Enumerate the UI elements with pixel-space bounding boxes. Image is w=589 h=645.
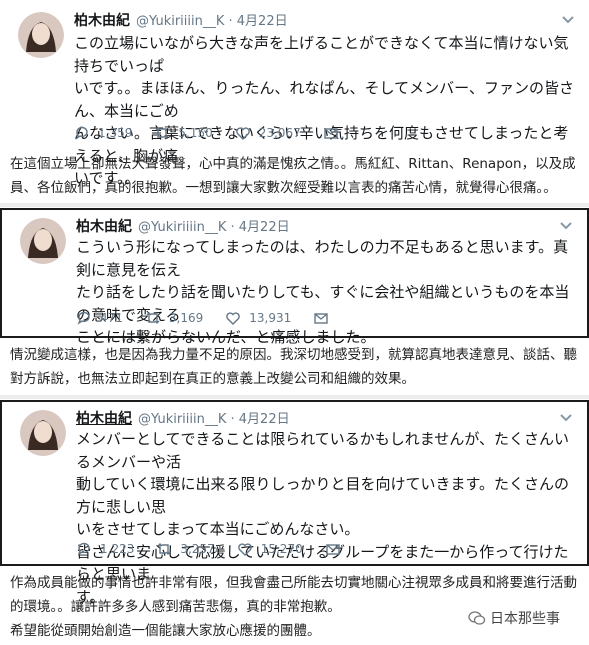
chevron-down-icon[interactable] bbox=[559, 410, 573, 424]
reply-icon bbox=[77, 542, 90, 556]
reply-count: 1,223 bbox=[100, 542, 135, 556]
display-name[interactable]: 柏木由紀 bbox=[76, 219, 132, 235]
divider bbox=[0, 203, 589, 207]
tweet-actions: 1,359 5,150 23,067 bbox=[74, 125, 369, 141]
retweet-icon bbox=[146, 312, 160, 324]
message-button[interactable] bbox=[323, 125, 347, 141]
retweet-count: 5,150 bbox=[178, 126, 213, 140]
like-button[interactable]: 23,067 bbox=[235, 125, 301, 141]
reply-button[interactable]: 471 bbox=[76, 310, 123, 326]
reply-icon bbox=[77, 311, 90, 325]
translation-3: 作為成員能做的事情也許非常有限，但我會盡己所能去切實地關心注視眾多成員和將要進行… bbox=[10, 575, 577, 639]
reply-count: 471 bbox=[100, 311, 123, 325]
retweet-icon bbox=[157, 543, 171, 555]
tweet-author[interactable]: 柏木由紀 @Yukiriiiin__K · 4月22日 bbox=[76, 216, 290, 236]
divider bbox=[0, 395, 589, 399]
display-name[interactable]: 柏木由紀 bbox=[76, 411, 132, 427]
tweet-author[interactable]: 柏木由紀 @Yukiriiiin__K · 4月22日 bbox=[76, 408, 290, 428]
retweet-count: 3,169 bbox=[168, 311, 204, 325]
wechat-icon bbox=[468, 611, 486, 625]
tweet-3: 柏木由紀 @Yukiriiiin__K · 4月22日 メンバーとしてできることは… bbox=[0, 400, 589, 606]
retweet-button[interactable]: 3,169 bbox=[145, 310, 203, 326]
like-count: 15,270 bbox=[260, 542, 303, 556]
retweet-button[interactable]: 3,257 bbox=[156, 541, 215, 557]
like-count: 23,067 bbox=[258, 126, 301, 140]
reply-count: 1,359 bbox=[98, 126, 133, 140]
retweet-button[interactable]: 5,150 bbox=[154, 125, 213, 141]
reply-button[interactable]: 1,223 bbox=[76, 541, 134, 557]
tweet-actions: 471 3,169 13,931 bbox=[76, 310, 359, 326]
like-button[interactable]: 13,931 bbox=[225, 310, 291, 326]
like-count: 13,931 bbox=[249, 311, 292, 325]
tweet-1: 柏木由紀 @Yukiriiiin__K · 4月22日 この立場にいながら大きな声… bbox=[0, 0, 589, 187]
handle-date: @Yukiriiiin__K · 4月22日 bbox=[138, 412, 290, 427]
like-icon bbox=[235, 127, 250, 140]
like-icon bbox=[237, 543, 252, 556]
watermark: 日本那些事 bbox=[468, 608, 560, 628]
reply-icon bbox=[75, 126, 88, 140]
message-icon bbox=[314, 313, 328, 324]
chevron-down-icon[interactable] bbox=[561, 12, 575, 26]
message-icon bbox=[324, 128, 338, 139]
watermark-text: 日本那些事 bbox=[490, 611, 560, 627]
translation-1: 在這個立場上卻無法大聲發聲，心中真的滿是愧疚之情。。馬紅紅、Rittan、Ren… bbox=[10, 156, 576, 196]
tweet-actions: 1,223 3,257 15,270 bbox=[76, 541, 371, 557]
tweet-2: 柏木由紀 @Yukiriiiin__K · 4月22日 こういう形になってしまった… bbox=[0, 208, 589, 346]
like-icon bbox=[226, 312, 241, 325]
avatar[interactable] bbox=[20, 410, 66, 456]
message-icon bbox=[326, 544, 340, 555]
avatar[interactable] bbox=[18, 12, 64, 58]
message-button[interactable] bbox=[325, 541, 349, 557]
chevron-down-icon[interactable] bbox=[559, 218, 573, 232]
handle-date: @Yukiriiiin__K · 4月22日 bbox=[138, 220, 290, 235]
translation-2: 情況變成這樣，也是因為我力量不足的原因。我深切地感受到，就算認真地表達意見、談話… bbox=[10, 347, 577, 387]
display-name[interactable]: 柏木由紀 bbox=[74, 13, 130, 29]
reply-button[interactable]: 1,359 bbox=[74, 125, 132, 141]
retweet-count: 3,257 bbox=[180, 542, 215, 556]
avatar[interactable] bbox=[20, 218, 66, 264]
like-button[interactable]: 15,270 bbox=[237, 541, 303, 557]
tweet-author[interactable]: 柏木由紀 @Yukiriiiin__K · 4月22日 bbox=[74, 10, 288, 30]
handle-date: @Yukiriiiin__K · 4月22日 bbox=[136, 14, 288, 29]
retweet-icon bbox=[155, 127, 169, 139]
message-button[interactable] bbox=[313, 310, 337, 326]
tweet-text: こういう形になってしまったのは、わたしの力不足もあると思います。真剣に意見を伝え… bbox=[76, 238, 570, 346]
